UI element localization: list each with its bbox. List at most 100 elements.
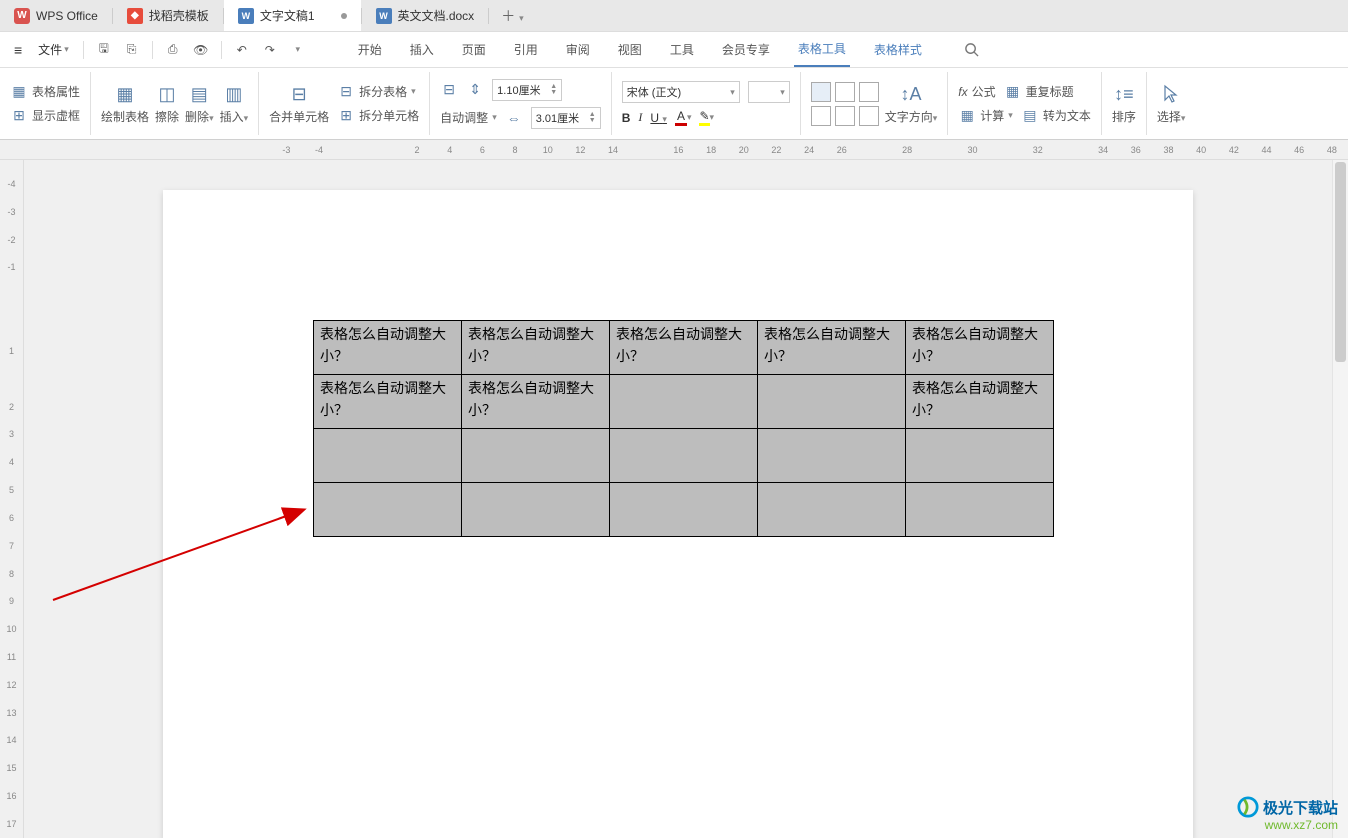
table-cell[interactable]: [462, 483, 610, 537]
table-cell[interactable]: 表格怎么自动调整大小？: [610, 321, 758, 375]
print-icon[interactable]: ⎙: [161, 38, 185, 62]
undo-icon[interactable]: ↶: [230, 38, 254, 62]
alignment-grid: [811, 82, 879, 126]
repeat-header-button[interactable]: ▦重复标题: [1004, 83, 1074, 101]
cursor-icon: [1159, 82, 1183, 106]
dropdown-icon[interactable]: ▾: [286, 38, 310, 62]
document-scroll-area[interactable]: 表格怎么自动调整大小？表格怎么自动调整大小？表格怎么自动调整大小？表格怎么自动调…: [24, 160, 1332, 838]
hamburger-menu-button[interactable]: ≡: [8, 32, 28, 67]
table-cell[interactable]: [314, 429, 462, 483]
col-width-input[interactable]: 3.01厘米▲▼: [531, 107, 601, 129]
text-direction-button[interactable]: ↕A文字方向▾: [885, 82, 938, 125]
tab-tools[interactable]: 工具: [666, 32, 698, 67]
table-cell[interactable]: 表格怎么自动调整大小？: [462, 321, 610, 375]
tab-reference[interactable]: 引用: [510, 32, 542, 67]
tab-insert[interactable]: 插入: [406, 32, 438, 67]
align-mid-left[interactable]: [811, 106, 831, 126]
table-row[interactable]: [314, 483, 1054, 537]
sort-button[interactable]: ↕≡排序: [1112, 82, 1136, 125]
tab-table-tools[interactable]: 表格工具: [794, 32, 850, 67]
search-icon[interactable]: [960, 38, 984, 62]
table-row[interactable]: 表格怎么自动调整大小？表格怎么自动调整大小？表格怎么自动调整大小？表格怎么自动调…: [314, 321, 1054, 375]
table-cell[interactable]: 表格怎么自动调整大小？: [314, 375, 462, 429]
vertical-scrollbar[interactable]: [1332, 160, 1348, 838]
table-cell[interactable]: [610, 375, 758, 429]
font-size-select[interactable]: ▾: [748, 81, 790, 103]
table-row[interactable]: [314, 429, 1054, 483]
tab-doc1[interactable]: W 文字文稿1: [224, 0, 361, 31]
file-menu[interactable]: 文件 ▾: [32, 32, 75, 67]
table-cell[interactable]: [314, 483, 462, 537]
align-mid-center[interactable]: [835, 106, 855, 126]
tab-member[interactable]: 会员专享: [718, 32, 774, 67]
table-cell[interactable]: 表格怎么自动调整大小？: [906, 375, 1054, 429]
merge-cells-button[interactable]: ⊟ 合并单元格: [269, 82, 329, 125]
font-color-button[interactable]: A▾: [675, 109, 692, 126]
scrollbar-thumb[interactable]: [1335, 162, 1346, 362]
align-top-left[interactable]: [811, 82, 831, 102]
save-icon[interactable]: 🖫: [92, 38, 116, 62]
to-text-button[interactable]: ▤转为文本: [1021, 107, 1091, 125]
table-properties-button[interactable]: ▦表格属性: [10, 83, 80, 101]
horizontal-ruler[interactable]: -3-4246810121416182022242628303234363840…: [0, 140, 1348, 160]
label: 重复标题: [1026, 83, 1074, 100]
vertical-ruler[interactable]: -4-3-2-11234567891011121314151617: [0, 160, 24, 838]
tab-table-style[interactable]: 表格样式: [870, 32, 926, 67]
delete-button[interactable]: ▤删除▾: [185, 82, 214, 125]
watermark-logo-icon: [1237, 796, 1259, 818]
tab-doc2[interactable]: W 英文文档.docx: [362, 0, 489, 31]
word-doc-icon: W: [376, 8, 392, 24]
table-cell[interactable]: 表格怎么自动调整大小？: [758, 321, 906, 375]
table-cell[interactable]: [906, 483, 1054, 537]
repeat-header-icon: ▦: [1004, 83, 1022, 101]
table-cell[interactable]: 表格怎么自动调整大小？: [314, 321, 462, 375]
export-icon[interactable]: ⎘: [120, 38, 144, 62]
word-table[interactable]: 表格怎么自动调整大小？表格怎么自动调整大小？表格怎么自动调整大小？表格怎么自动调…: [313, 320, 1054, 537]
table-cell[interactable]: 表格怎么自动调整大小？: [906, 321, 1054, 375]
table-cell[interactable]: [462, 429, 610, 483]
split-cells-button[interactable]: ⊞拆分单元格: [337, 107, 419, 125]
select-button[interactable]: 选择▾: [1157, 82, 1186, 125]
align-top-center[interactable]: [835, 82, 855, 102]
align-mid-right[interactable]: [859, 106, 879, 126]
tab-page[interactable]: 页面: [458, 32, 490, 67]
table-row[interactable]: 表格怎么自动调整大小？表格怎么自动调整大小？表格怎么自动调整大小？: [314, 375, 1054, 429]
bold-button[interactable]: B: [622, 111, 631, 125]
file-label: 文件: [38, 41, 62, 58]
eraser-button[interactable]: ◫擦除: [155, 82, 179, 125]
draw-table-button[interactable]: ▦绘制表格: [101, 82, 149, 125]
font-name-select[interactable]: 宋体 (正文)▾: [622, 81, 740, 103]
underline-button[interactable]: U ▾: [650, 111, 667, 125]
tab-review[interactable]: 审阅: [562, 32, 594, 67]
row-height-input[interactable]: 1.10厘米▲▼: [492, 79, 562, 101]
table-cell[interactable]: [906, 429, 1054, 483]
merge-icon: ⊟: [287, 82, 311, 106]
app-tab-wps[interactable]: W WPS Office: [0, 0, 112, 31]
table-cell[interactable]: [758, 483, 906, 537]
dist-rows-icon[interactable]: ⊟: [440, 81, 458, 99]
redo-icon[interactable]: ↷: [258, 38, 282, 62]
show-gridlines-button[interactable]: ⊞显示虚框: [10, 107, 80, 125]
draw-table-icon: ▦: [113, 82, 137, 106]
calc-button[interactable]: ▦计算▾: [958, 107, 1013, 125]
insert-button[interactable]: ▥插入▾: [220, 82, 249, 125]
highlight-button[interactable]: ✎▾: [699, 109, 714, 126]
formula-button[interactable]: fx 公式: [958, 83, 995, 100]
print-preview-icon[interactable]: 👁: [189, 38, 213, 62]
auto-adjust-button[interactable]: 自动调整▾: [440, 109, 497, 126]
tab-view[interactable]: 视图: [614, 32, 646, 67]
table-cell[interactable]: [610, 429, 758, 483]
tab-template[interactable]: ◆ 找稻壳模板: [113, 0, 223, 31]
table-cell[interactable]: [758, 429, 906, 483]
tab-start[interactable]: 开始: [354, 32, 386, 67]
document-page[interactable]: 表格怎么自动调整大小？表格怎么自动调整大小？表格怎么自动调整大小？表格怎么自动调…: [163, 190, 1193, 838]
align-top-right[interactable]: [859, 82, 879, 102]
table-cell[interactable]: 表格怎么自动调整大小？: [462, 375, 610, 429]
italic-button[interactable]: I: [638, 110, 642, 125]
new-tab-button[interactable]: ＋ ▾: [489, 6, 535, 26]
split-table-button[interactable]: ⊟拆分表格 ▾: [337, 83, 419, 101]
col-width-icon: ⇔: [505, 109, 523, 127]
table-cell[interactable]: [610, 483, 758, 537]
label: 合并单元格: [269, 108, 329, 125]
table-cell[interactable]: [758, 375, 906, 429]
